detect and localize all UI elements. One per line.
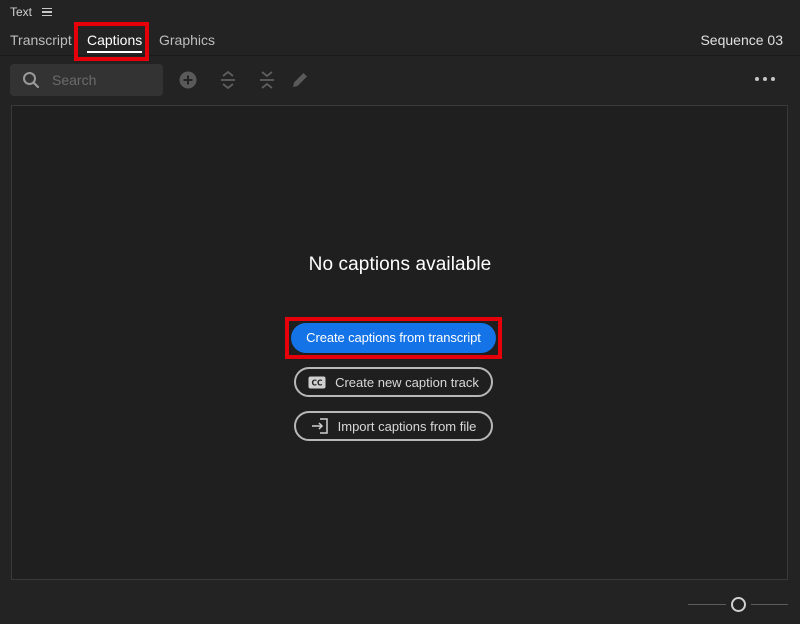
empty-state-title: No captions available bbox=[308, 254, 492, 275]
panel-header: Text bbox=[0, 0, 800, 24]
tab-captions[interactable]: Captions bbox=[87, 24, 143, 56]
sequence-name: Sequence 03 bbox=[700, 32, 783, 48]
create-new-caption-track-button[interactable]: CC Create new caption track bbox=[294, 367, 493, 397]
more-options-icon[interactable] bbox=[754, 76, 776, 84]
tab-graphics[interactable]: Graphics bbox=[159, 24, 215, 56]
zoom-slider-track-right bbox=[751, 604, 788, 605]
tab-bar: Transcript Captions Graphics bbox=[0, 24, 800, 56]
create-captions-from-transcript-button[interactable]: Create captions from transcript bbox=[291, 323, 496, 353]
create-new-caption-track-label: Create new caption track bbox=[335, 374, 479, 390]
svg-text:CC: CC bbox=[312, 378, 324, 387]
zoom-slider-track-left bbox=[688, 604, 726, 605]
search-icon bbox=[22, 71, 40, 94]
zoom-slider-knob[interactable] bbox=[731, 597, 746, 612]
search-input[interactable] bbox=[52, 64, 157, 96]
search-box[interactable] bbox=[10, 64, 163, 96]
expand-icon[interactable] bbox=[218, 70, 238, 90]
zoom-slider[interactable] bbox=[688, 596, 788, 614]
panel-title: Text bbox=[10, 5, 33, 19]
add-icon[interactable] bbox=[178, 70, 198, 90]
panel-menu-icon[interactable] bbox=[42, 7, 53, 17]
import-captions-label: Import captions from file bbox=[337, 418, 477, 434]
closed-captions-icon: CC bbox=[308, 376, 326, 389]
create-captions-label: Create captions from transcript bbox=[306, 330, 481, 345]
collapse-icon[interactable] bbox=[257, 70, 277, 90]
import-icon bbox=[311, 418, 329, 434]
tab-transcript[interactable]: Transcript bbox=[10, 24, 72, 56]
pencil-icon[interactable] bbox=[290, 70, 310, 90]
import-captions-button[interactable]: Import captions from file bbox=[294, 411, 493, 441]
